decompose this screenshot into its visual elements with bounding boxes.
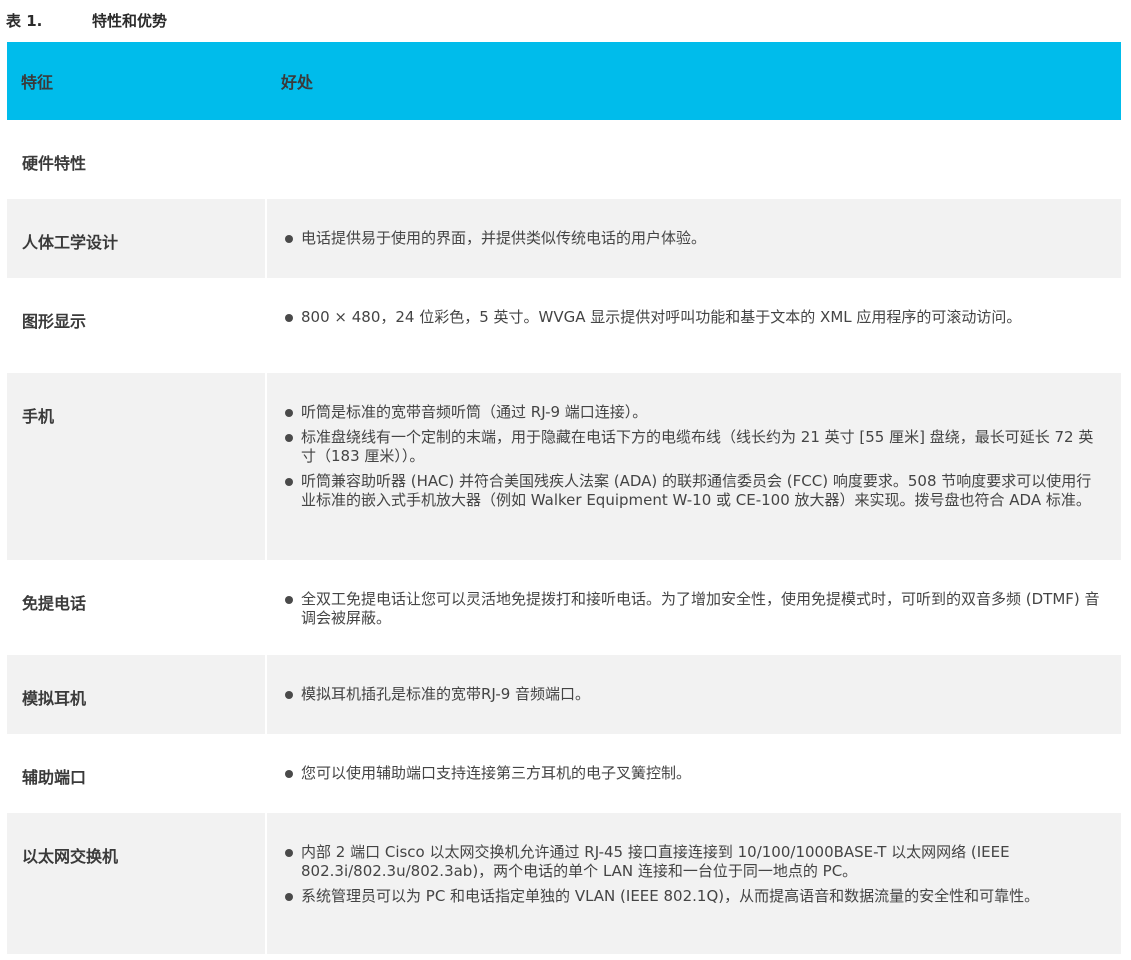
benefit-list: 模拟耳机插孔是标准的宽带RJ-9 音频端口。 xyxy=(283,685,1101,704)
benefit-list: 电话提供易于使用的界面，并提供类似传统电话的用户体验。 xyxy=(283,229,1101,248)
table-row: 以太网交换机 内部 2 端口 Cisco 以太网交换机允许通过 RJ-45 接口直… xyxy=(7,813,1121,954)
benefit-list: 800 × 480，24 位彩色，5 英寸。WVGA 显示提供对呼叫功能和基于文… xyxy=(283,308,1101,327)
table-row: 模拟耳机 模拟耳机插孔是标准的宽带RJ-9 音频端口。 xyxy=(7,655,1121,734)
feature-cell: 图形显示 xyxy=(7,278,265,373)
benefit-cell xyxy=(265,120,1121,199)
benefit-cell: 听筒是标准的宽带音频听筒（通过 RJ-9 端口连接）。标准盘绕线有一个定制的末端… xyxy=(265,373,1121,560)
benefit-item: 模拟耳机插孔是标准的宽带RJ-9 音频端口。 xyxy=(283,685,1101,704)
feature-cell: 以太网交换机 xyxy=(7,813,265,954)
header-benefit: 好处 xyxy=(265,42,1121,120)
benefit-list: 听筒是标准的宽带音频听筒（通过 RJ-9 端口连接）。标准盘绕线有一个定制的末端… xyxy=(283,403,1101,510)
feature-cell: 免提电话 xyxy=(7,560,265,655)
table-title: 特性和优势 xyxy=(92,11,168,30)
benefit-item: 听筒是标准的宽带音频听筒（通过 RJ-9 端口连接）。 xyxy=(283,403,1101,422)
table-row: 图形显示 800 × 480，24 位彩色，5 英寸。WVGA 显示提供对呼叫功能… xyxy=(7,278,1121,373)
benefit-item: 系统管理员可以为 PC 和电话指定单独的 VLAN (IEEE 802.1Q)，… xyxy=(283,887,1101,906)
feature-cell: 硬件特性 xyxy=(7,120,265,199)
benefit-cell: 内部 2 端口 Cisco 以太网交换机允许通过 RJ-45 接口直接连接到 1… xyxy=(265,813,1121,954)
benefit-item: 标准盘绕线有一个定制的末端，用于隐藏在电话下方的电缆布线（线长约为 21 英寸 … xyxy=(283,428,1101,466)
benefit-item: 您可以使用辅助端口支持连接第三方耳机的电子叉簧控制。 xyxy=(283,764,1101,783)
benefit-list: 内部 2 端口 Cisco 以太网交换机允许通过 RJ-45 接口直接连接到 1… xyxy=(283,843,1101,906)
benefit-cell: 电话提供易于使用的界面，并提供类似传统电话的用户体验。 xyxy=(265,199,1121,278)
benefit-item: 全双工免提电话让您可以灵活地免提拨打和接听电话。为了增加安全性，使用免提模式时，… xyxy=(283,590,1101,628)
table-caption: 表 1. 特性和优势 xyxy=(6,8,167,32)
table-header-row: 特征 好处 xyxy=(7,42,1121,120)
benefit-cell: 模拟耳机插孔是标准的宽带RJ-9 音频端口。 xyxy=(265,655,1121,734)
table-row: 辅助端口 您可以使用辅助端口支持连接第三方耳机的电子叉簧控制。 xyxy=(7,734,1121,813)
feature-cell: 手机 xyxy=(7,373,265,560)
features-table: 特征 好处 硬件特性 人体工学设计 电话提供易于使用的界面，并提供类似传统电话的用户… xyxy=(7,42,1121,954)
benefit-item: 听筒兼容助听器 (HAC) 并符合美国残疾人法案 (ADA) 的联邦通信委员会 … xyxy=(283,472,1101,510)
table-row: 人体工学设计 电话提供易于使用的界面，并提供类似传统电话的用户体验。 xyxy=(7,199,1121,278)
table-number: 表 1. xyxy=(6,11,43,30)
benefit-list: 您可以使用辅助端口支持连接第三方耳机的电子叉簧控制。 xyxy=(283,764,1101,783)
benefit-item: 电话提供易于使用的界面，并提供类似传统电话的用户体验。 xyxy=(283,229,1101,248)
benefit-item: 内部 2 端口 Cisco 以太网交换机允许通过 RJ-45 接口直接连接到 1… xyxy=(283,843,1101,881)
benefit-cell: 您可以使用辅助端口支持连接第三方耳机的电子叉簧控制。 xyxy=(265,734,1121,813)
table-row: 免提电话 全双工免提电话让您可以灵活地免提拨打和接听电话。为了增加安全性，使用免提… xyxy=(7,560,1121,655)
table-body: 硬件特性 人体工学设计 电话提供易于使用的界面，并提供类似传统电话的用户体验。 图形显… xyxy=(7,120,1121,954)
benefit-cell: 全双工免提电话让您可以灵活地免提拨打和接听电话。为了增加安全性，使用免提模式时，… xyxy=(265,560,1121,655)
benefit-item: 800 × 480，24 位彩色，5 英寸。WVGA 显示提供对呼叫功能和基于文… xyxy=(283,308,1101,327)
feature-cell: 辅助端口 xyxy=(7,734,265,813)
table-row: 硬件特性 xyxy=(7,120,1121,199)
header-feature: 特征 xyxy=(7,42,265,120)
benefit-list: 全双工免提电话让您可以灵活地免提拨打和接听电话。为了增加安全性，使用免提模式时，… xyxy=(283,590,1101,628)
table-row: 手机 听筒是标准的宽带音频听筒（通过 RJ-9 端口连接）。标准盘绕线有一个定制的… xyxy=(7,373,1121,560)
feature-cell: 人体工学设计 xyxy=(7,199,265,278)
feature-cell: 模拟耳机 xyxy=(7,655,265,734)
benefit-cell: 800 × 480，24 位彩色，5 英寸。WVGA 显示提供对呼叫功能和基于文… xyxy=(265,278,1121,373)
